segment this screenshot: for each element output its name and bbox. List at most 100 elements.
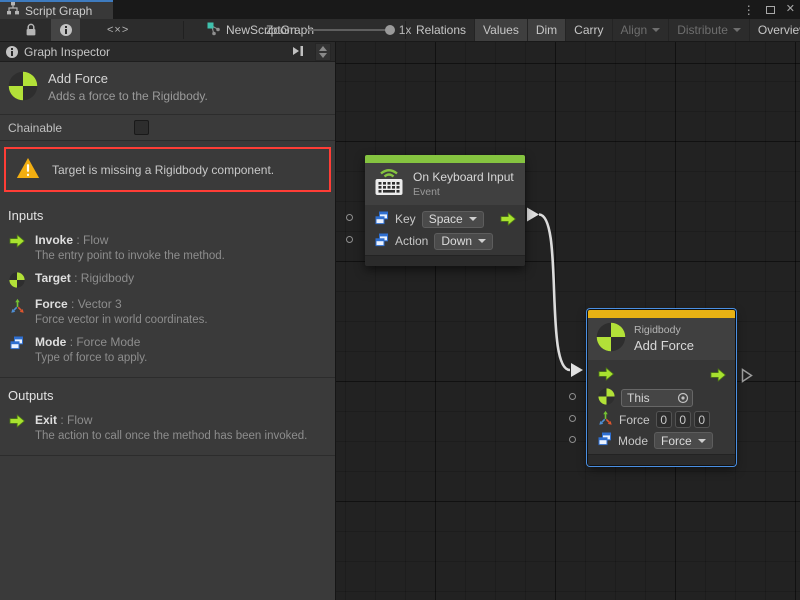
action-input-port[interactable] [346, 236, 353, 243]
object-picker-icon[interactable] [677, 392, 689, 404]
enum-icon [375, 211, 389, 228]
force-label: Force [619, 413, 650, 427]
lock-icon[interactable] [18, 19, 44, 41]
key-input-port[interactable] [346, 214, 353, 221]
target-input-port[interactable] [569, 393, 576, 400]
mode-dropdown[interactable]: Force [654, 432, 713, 449]
key-label: Key [395, 212, 416, 226]
action-node-body: This Force [588, 360, 735, 454]
action-node-warning-bar [588, 310, 735, 318]
flow-output-port[interactable] [710, 368, 727, 382]
chevron-down-icon [733, 28, 741, 32]
on-keyboard-input-node[interactable]: On Keyboard Input Event Key Space [365, 155, 525, 266]
menu-icon[interactable]: ⋮ [743, 4, 755, 16]
input-port-row: Invoke : Flow The entry point to invoke … [8, 233, 327, 262]
outputs-header: Outputs [8, 388, 327, 403]
flow-input-port[interactable] [598, 367, 615, 384]
vector3-icon [8, 297, 26, 314]
enum-icon [375, 233, 389, 250]
force-input-port[interactable] [569, 415, 576, 422]
force-z-field[interactable]: 0 [694, 411, 710, 428]
inputs-header: Inputs [8, 208, 327, 223]
mode-input-port[interactable] [569, 436, 576, 443]
keyboard-icon [373, 167, 405, 200]
event-node-color-bar [365, 155, 525, 163]
tab-title: Script Graph [25, 4, 92, 18]
key-row: Key Space [365, 208, 525, 230]
event-flow-output-port[interactable] [500, 212, 517, 226]
warning-box: Target is missing a Rigidbody component. [4, 147, 331, 192]
vector3-icon [598, 410, 613, 429]
zoom-slider-handle[interactable] [385, 25, 395, 35]
action-node-footer [588, 454, 735, 465]
flow-arrow-icon [8, 413, 26, 428]
graph-toolbar: <×> NewScriptGraph Zoom 1x Relations [0, 19, 800, 42]
add-force-node[interactable]: Rigidbody Add Force [588, 310, 735, 465]
target-row: This [588, 387, 735, 409]
chainable-checkbox[interactable] [134, 120, 149, 135]
carry-button[interactable]: Carry [566, 19, 612, 41]
action-row: Action Down [365, 230, 525, 252]
chevron-down-icon [469, 217, 477, 221]
input-port-row: Mode : Force Mode Type of force to apply… [8, 335, 327, 364]
key-dropdown[interactable]: Space [422, 211, 484, 228]
force-y-field[interactable]: 0 [675, 411, 691, 428]
relations-button[interactable]: Relations [408, 19, 475, 41]
inspector-header: Graph Inspector [0, 42, 335, 62]
force-row: Force 0 0 0 [588, 409, 735, 430]
graph-canvas[interactable]: On Keyboard Input Event Key Space [336, 42, 800, 600]
window-controls: ⋮ ✕ [743, 0, 795, 19]
output-port-row: Exit : Flow The action to call once the … [8, 413, 327, 442]
code-preview-icon[interactable]: <×> [107, 19, 129, 41]
event-node-title: On Keyboard Input [413, 170, 514, 184]
force-vector-fields: 0 0 0 [656, 411, 710, 428]
force-x-field[interactable]: 0 [656, 411, 672, 428]
graph-inspector-panel: Graph Inspector Add Force Adds a force t… [0, 42, 336, 600]
distribute-dropdown[interactable]: Distribute [669, 19, 750, 41]
warning-text: Target is missing a Rigidbody component. [52, 163, 274, 177]
toolbar-buttons: Relations Values Dim Carry Align Distrib… [408, 19, 800, 41]
action-dropdown[interactable]: Down [434, 233, 493, 250]
values-button[interactable]: Values [475, 19, 528, 41]
inspector-title: Graph Inspector [24, 45, 110, 59]
info-icon [60, 24, 72, 36]
dim-button[interactable]: Dim [528, 19, 566, 41]
action-node-supertitle: Rigidbody [634, 324, 694, 336]
event-node-body: Key Space Acti [365, 205, 525, 255]
maximize-icon[interactable] [766, 6, 775, 14]
event-node-footer [365, 255, 525, 266]
script-graph-asset-icon [207, 22, 221, 39]
zoom-label: Zoom [266, 23, 297, 37]
align-dropdown[interactable]: Align [613, 19, 670, 41]
enum-icon [598, 432, 612, 449]
hierarchy-icon [6, 2, 20, 20]
event-node-header: On Keyboard Input Event [365, 163, 525, 205]
action-label: Action [395, 234, 428, 248]
mode-label: Mode [618, 434, 648, 448]
dock-panel-icon[interactable] [292, 45, 305, 60]
zoom-slider[interactable] [307, 29, 393, 31]
info-toggle-button[interactable] [51, 19, 80, 41]
mode-row: Mode Force [588, 430, 735, 451]
panel-carousel-spinner[interactable] [315, 43, 331, 61]
rigidbody-icon [596, 322, 626, 355]
info-icon [6, 46, 18, 58]
chevron-down-icon[interactable] [319, 53, 327, 58]
close-icon[interactable]: ✕ [786, 4, 795, 15]
input-port-row: Force : Vector 3 Force vector in world c… [8, 297, 327, 326]
unconnected-output-arrow [741, 368, 753, 383]
selected-node-info: Add Force Adds a force to the Rigidbody. [0, 62, 335, 115]
flow-arrow-icon [8, 233, 26, 248]
flow-row [588, 363, 735, 387]
inspector-node-description: Adds a force to the Rigidbody. [48, 89, 208, 103]
chevron-up-icon[interactable] [319, 46, 327, 51]
rigidbody-icon [8, 271, 26, 288]
action-node-header: Rigidbody Add Force [588, 318, 735, 360]
overview-button[interactable]: Overview [750, 19, 800, 41]
tab-script-graph[interactable]: Script Graph [0, 0, 113, 19]
target-object-field[interactable]: This [621, 389, 693, 407]
toolbar-separator [405, 21, 406, 39]
zoom-control: Zoom 1x [266, 19, 411, 41]
chevron-down-icon [652, 28, 660, 32]
warning-icon [16, 157, 40, 182]
